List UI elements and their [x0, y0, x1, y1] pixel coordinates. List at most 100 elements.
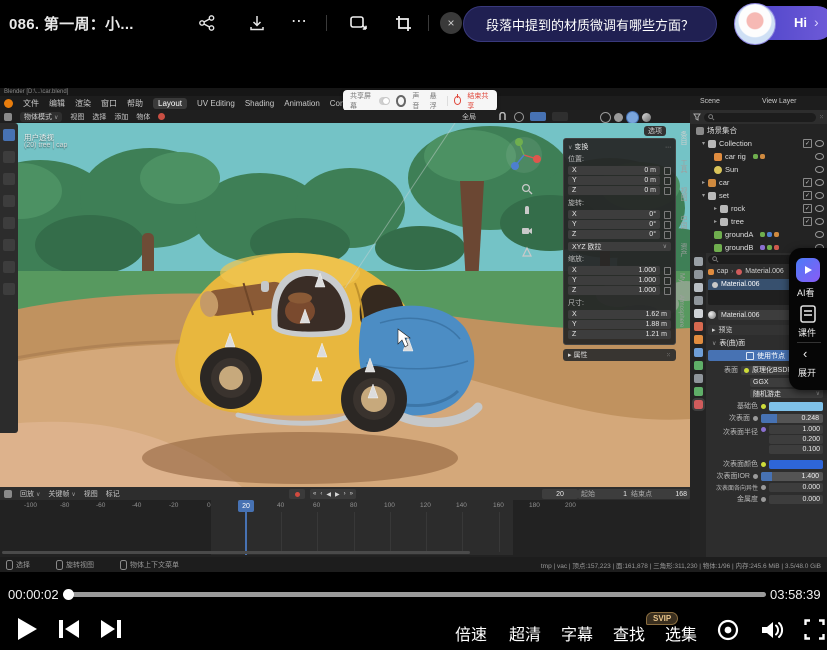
tool-transform[interactable] [3, 239, 15, 251]
blender-logo-icon[interactable] [4, 99, 13, 108]
transform-panel-title[interactable]: 变换 [574, 144, 588, 151]
timeline-menu-playback[interactable]: 回放 ∨ [20, 489, 40, 499]
recorder-float-label[interactable]: 悬浮 [430, 91, 441, 111]
assistant-avatar[interactable] [734, 3, 776, 45]
tab-particles[interactable] [694, 361, 703, 370]
tab-view[interactable]: 视图 [678, 187, 688, 201]
timeline-menu-marker[interactable]: 标记 [106, 489, 120, 499]
breadcrumb-material[interactable]: Material.006 [745, 268, 784, 275]
dimensions-x-field[interactable]: X1.62 m [568, 310, 671, 319]
workspace-layout[interactable]: Layout [153, 98, 187, 109]
tab-tool[interactable]: 工具 [678, 159, 688, 173]
menu-render[interactable]: 渲染 [75, 98, 91, 109]
radius-y-field[interactable]: 0.200 [769, 435, 823, 444]
tab-modifiers[interactable] [694, 348, 703, 357]
tool-select-box[interactable] [3, 129, 15, 141]
seek-handle[interactable] [63, 589, 74, 600]
timeline-scrollbar[interactable] [2, 551, 470, 554]
aniso-field[interactable]: 0.000 [769, 483, 823, 492]
zoom-gizmo-icon[interactable] [521, 183, 533, 195]
scene-selector[interactable]: Scene [700, 98, 720, 105]
tab-item[interactable]: 条目 [678, 131, 688, 145]
collection-checkbox[interactable]: ✓ [803, 139, 812, 148]
outliner-row-sun[interactable]: Sun [690, 163, 827, 176]
close-question-button[interactable]: × [440, 12, 462, 34]
lock-icon[interactable] [664, 177, 671, 185]
outliner-row-tree[interactable]: ▸tree✓ [690, 215, 827, 228]
eye-icon[interactable] [815, 205, 824, 212]
editor-type-icon[interactable] [4, 113, 12, 121]
episodes-button[interactable]: 选集 [665, 621, 697, 645]
ai-watch-label[interactable]: AI看 [797, 286, 815, 299]
lock-icon[interactable] [664, 211, 671, 219]
workspace-uv-editing[interactable]: UV Editing [197, 99, 235, 108]
base-color-swatch[interactable] [769, 402, 823, 411]
location-y-field[interactable]: Y0 m [568, 176, 660, 185]
share-button[interactable] [196, 12, 218, 34]
current-frame-field[interactable]: 20 [542, 489, 578, 499]
ai-question-pill[interactable]: 段落中提到的材质微调有哪些方面？ [463, 6, 717, 42]
tab-scene[interactable] [694, 309, 703, 318]
playhead-line[interactable] [245, 512, 247, 555]
rotation-x-field[interactable]: X0° [568, 210, 660, 219]
tool-annotate[interactable] [3, 261, 15, 273]
viewport-menu-select[interactable]: 选择 [92, 112, 106, 122]
viewport-options-button[interactable]: 选项 [644, 126, 666, 136]
speed-button[interactable]: 倍速 [455, 621, 487, 645]
menu-edit[interactable]: 编辑 [49, 98, 65, 109]
timeline-menu-view[interactable]: 视图 [84, 489, 98, 499]
jump-start-button[interactable]: « [313, 491, 316, 497]
dimensions-y-field[interactable]: Y1.88 m [568, 320, 671, 329]
panel-menu-icon[interactable]: ⋯ [665, 144, 671, 151]
outliner-options-icon[interactable]: ⁙ [819, 114, 824, 121]
menu-file[interactable]: 文件 [23, 98, 39, 109]
pip-button[interactable] [347, 12, 369, 34]
expand-label[interactable]: 展开 [798, 366, 816, 379]
tab-addon-3[interactable]: My [678, 273, 685, 282]
subsurface-slider[interactable]: 0.248 [761, 414, 823, 423]
prev-episode-button[interactable] [58, 619, 80, 639]
eye-icon[interactable] [815, 153, 824, 160]
frame-start-field[interactable]: 起始1 [578, 489, 630, 499]
playhead-frame-badge[interactable]: 20 [238, 500, 254, 512]
eye-icon[interactable] [815, 218, 824, 225]
dimensions-z-field[interactable]: Z1.21 m [568, 330, 671, 339]
camera-view-icon[interactable] [521, 225, 533, 237]
prev-keyframe-button[interactable]: ‹ [320, 491, 322, 497]
outliner-row-car[interactable]: ▸car✓ [690, 176, 827, 189]
courseware-label[interactable]: 课件 [798, 326, 816, 339]
outliner-row-rock[interactable]: ▸rock✓ [690, 202, 827, 215]
metallic-field[interactable]: 0.000 [769, 495, 823, 504]
proportional-edit-icon[interactable] [514, 112, 524, 122]
shading-solid-icon[interactable] [614, 113, 623, 122]
perspective-toggle-icon[interactable] [521, 246, 533, 258]
menu-window[interactable]: 窗口 [101, 98, 117, 109]
crop-button[interactable] [392, 12, 414, 34]
orientation-selector[interactable]: 全局 [462, 112, 476, 122]
tool-move[interactable] [3, 173, 15, 185]
record-dot-icon[interactable] [396, 95, 406, 107]
sss-method-dropdown[interactable]: 随机游走∨ [750, 389, 823, 398]
collection-checkbox[interactable]: ✓ [803, 191, 812, 200]
scale-y-field[interactable]: Y1.000 [568, 276, 660, 285]
rotation-mode-dropdown[interactable]: XYZ 欧拉∨ [568, 242, 671, 251]
navigation-gizmo[interactable] [505, 136, 543, 174]
radius-x-field[interactable]: 1.000 [769, 425, 823, 434]
lock-icon[interactable] [664, 167, 671, 175]
more-button[interactable]: ⋯ [288, 10, 310, 32]
eye-icon[interactable] [815, 192, 824, 199]
expand-chevron-icon[interactable]: ‹ [803, 346, 807, 361]
tab-material[interactable] [694, 400, 703, 409]
quality-button[interactable]: 超清 [509, 621, 541, 645]
menu-help[interactable]: 帮助 [127, 98, 143, 109]
search-button[interactable]: 查找 [613, 621, 645, 645]
outliner-search-input[interactable] [704, 113, 816, 122]
fullscreen-button[interactable] [804, 619, 825, 640]
tab-render[interactable] [694, 270, 703, 279]
lock-icon[interactable] [664, 187, 671, 195]
recorder-mic-label[interactable]: 声音 [412, 91, 423, 111]
collection-checkbox[interactable]: ✓ [803, 178, 812, 187]
jump-end-button[interactable]: » [350, 491, 353, 497]
lock-icon[interactable] [664, 277, 671, 285]
tab-addon-2[interactable]: 资产 [678, 243, 688, 257]
